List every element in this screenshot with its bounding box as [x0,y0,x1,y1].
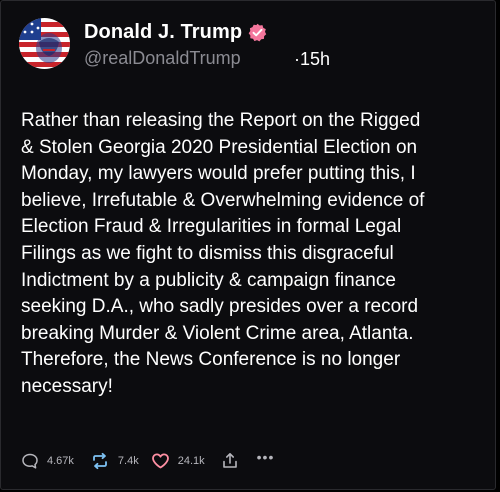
author-name-row: Donald J. Trump [84,19,267,45]
repost-count: 7.4k [117,455,139,467]
post-timestamp[interactable]: ·15h [294,49,330,70]
repost-button[interactable]: 7.4k [90,452,139,470]
post-body-text: Rather than releasing the Report on the … [21,110,425,397]
author-display-name[interactable]: Donald J. Trump [84,21,242,44]
share-upload-icon [221,452,239,470]
author-handle[interactable]: @realDonaldTrump [84,48,241,69]
verified-badge-icon [248,23,267,42]
avatar-image [19,18,70,69]
reply-button[interactable]: 4.67k [21,452,74,470]
heart-icon [151,452,170,470]
post-card: Donald J. Trump @realDonaldTrump ·15h Ra… [0,0,496,490]
author-handle-row: @realDonaldTrump [84,48,241,69]
reply-count: 4.67k [47,455,74,467]
avatar[interactable] [19,18,70,69]
repost-arrows-icon [90,452,110,470]
speech-bubble-icon [21,452,39,470]
more-options-button[interactable]: ••• [257,450,275,464]
like-count: 24.1k [177,455,205,467]
more-dots-icon: ••• [256,449,275,465]
share-button[interactable] [221,452,239,470]
post-actions-bar: 4.67k 7.4k 24.1k ••• [21,450,284,472]
like-button[interactable]: 24.1k [151,452,205,470]
